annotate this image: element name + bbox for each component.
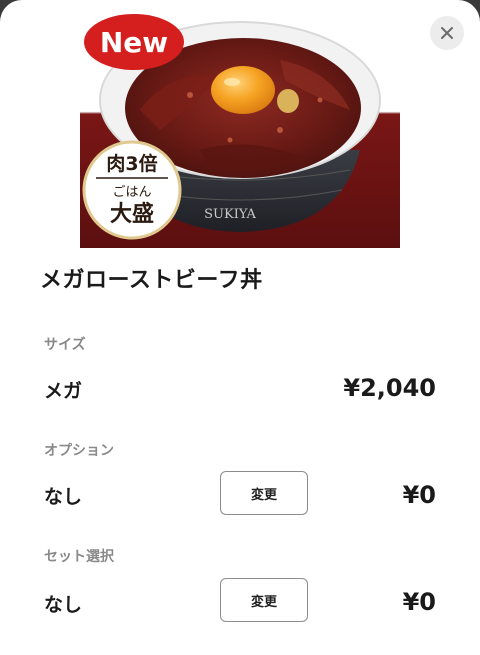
set-price: ¥0 [402,588,436,616]
product-photo: SUKIYA New 肉3倍 ごはん 大盛 [80,0,400,248]
close-button[interactable] [430,16,464,50]
set-section-label: セット選択 [44,549,114,565]
set-change-button[interactable]: 変更 [220,578,308,622]
option-section-label: オプション [44,443,114,459]
new-badge-text: New [100,26,168,59]
option-change-button[interactable]: 変更 [220,471,308,515]
close-icon [441,27,453,39]
bowl-brand-text: SUKIYA [204,207,256,222]
set-value: なし [44,594,83,616]
option-value: なし [44,486,83,508]
product-detail-sheet: SUKIYA New 肉3倍 ごはん 大盛 メガローストビーフ丼 サイズ メガ … [0,0,480,655]
size-price: ¥2,040 [343,374,436,402]
product-image: SUKIYA New 肉3倍 ごはん 大盛 [80,0,400,248]
option-price: ¥0 [402,481,436,509]
badge-large-text: 大盛 [110,201,154,227]
size-value: メガ [44,380,83,402]
badge-meat-text: 肉3倍 [106,152,157,175]
size-section-label: サイズ [44,337,86,353]
product-title: メガローストビーフ丼 [40,268,263,293]
badge-rice-text: ごはん [112,184,151,200]
